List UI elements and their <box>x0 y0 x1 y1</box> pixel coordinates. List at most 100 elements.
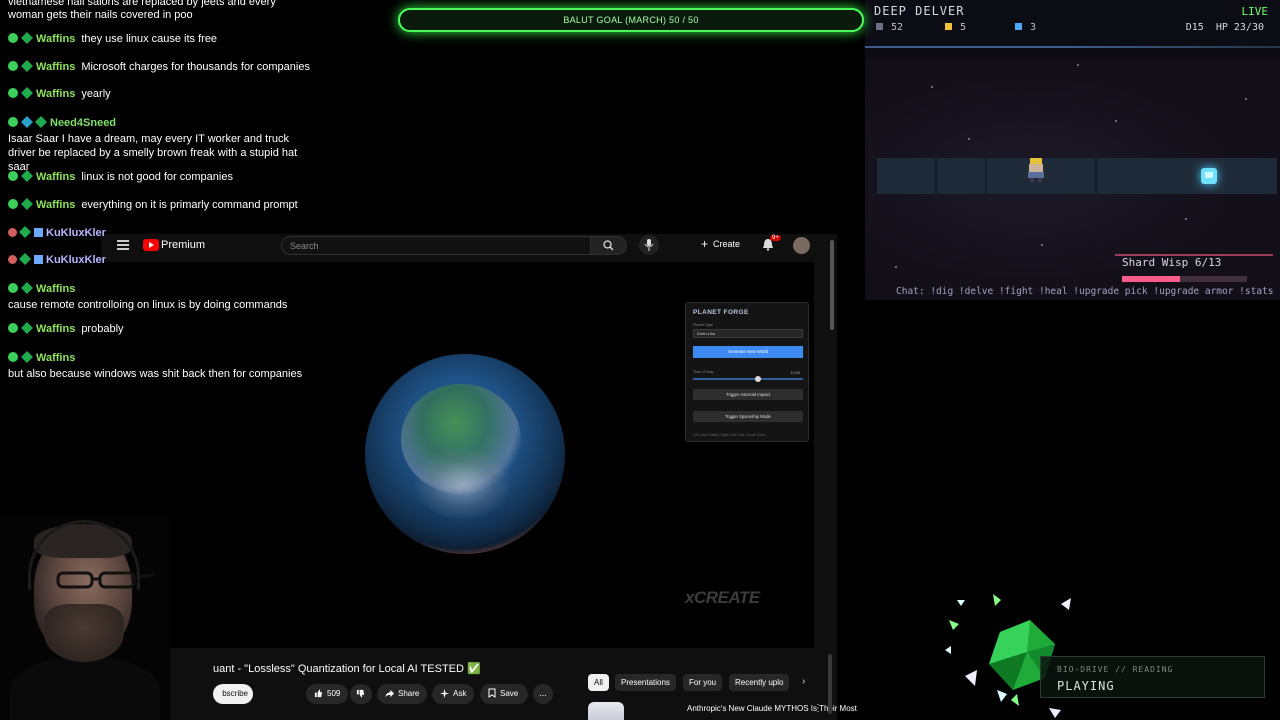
chat-commands: Chat: !dig !delve !fight !heal !upgrade … <box>896 286 1274 297</box>
sub-badge-icon <box>20 169 34 183</box>
save-button[interactable]: Save <box>480 684 528 704</box>
chat-username: Waffins <box>36 283 76 295</box>
generate-world-button[interactable]: Generate New World <box>693 346 803 358</box>
forge-controls-hint: Left Click: Rotate | Right Click: Pan | … <box>693 433 766 437</box>
pen-badge-icon <box>34 228 43 237</box>
chat-username: Waffins <box>36 352 76 364</box>
chat-username: Waffins <box>36 88 76 100</box>
chat-text: probably <box>81 323 124 335</box>
ask-button[interactable]: Ask <box>432 684 474 704</box>
pen-badge-icon <box>34 255 43 264</box>
bio-drive-panel: BIO-DRIVE // READING PLAYING <box>1040 656 1265 698</box>
goal-bar: BALUT GOAL (MARCH) 50 / 50 <box>398 8 864 32</box>
bio-drive-label: BIO-DRIVE // READING <box>1057 665 1174 674</box>
particle-shards <box>945 594 1071 718</box>
share-button[interactable]: Share <box>377 684 427 704</box>
video-thumbnail[interactable] <box>588 702 624 720</box>
crystal-stat: 3 <box>1015 22 1036 33</box>
chat-username: KuKluxKler <box>46 227 106 239</box>
subscribe-button[interactable]: bscribe <box>213 684 253 704</box>
asteroid-impact-button[interactable]: Trigger Asteroid Impact <box>693 389 803 400</box>
moderator-badge-icon <box>8 117 18 127</box>
avatar[interactable] <box>793 237 810 254</box>
bookmark-icon <box>488 688 496 698</box>
chat-username: Need4Sneed <box>50 117 117 129</box>
stone-stat: 52 <box>876 22 903 33</box>
moderator-badge-icon <box>8 323 18 333</box>
crystal-icon <box>1015 23 1022 30</box>
chat-text: everything on it is primarly command pro… <box>81 199 298 211</box>
search-box[interactable] <box>281 236 591 255</box>
moderator-badge-icon <box>8 33 18 43</box>
sidebar-scrollbar[interactable] <box>828 654 832 714</box>
time-of-day-slider[interactable] <box>693 376 803 382</box>
create-button[interactable]: + Create <box>701 237 740 251</box>
sub-badge-icon <box>18 225 32 239</box>
gold-icon <box>945 23 952 30</box>
webcam-feed <box>0 516 170 720</box>
planet-render <box>365 354 565 554</box>
depth-hp-readout: D15 HP 23/30 <box>1186 22 1264 33</box>
moderator-badge-icon <box>8 199 18 209</box>
chat-username: Waffins <box>36 171 76 183</box>
grid-badge-icon <box>20 115 34 129</box>
more-vert-icon[interactable]: ⋮ <box>813 703 823 714</box>
video-title: uant - "Lossless" Quantization for Local… <box>213 663 481 675</box>
depth-value: D15 <box>1185 22 1204 33</box>
chip-presentations[interactable]: Presentations <box>615 674 676 691</box>
chip-recently-uploaded[interactable]: Recently uplo <box>729 674 790 691</box>
goal-text: BALUT GOAL (MARCH) 50 / 50 <box>563 15 699 25</box>
hud-divider <box>865 46 1280 48</box>
more-actions-button[interactable]: ... <box>533 684 553 704</box>
planet-type-select[interactable]: Earth-Like <box>693 329 803 338</box>
chip-for-you[interactable]: For you <box>683 674 723 691</box>
share-icon <box>385 689 394 698</box>
thumbs-down-icon <box>356 689 365 698</box>
spaceship-mode-button[interactable]: Toggle Spaceship Mode <box>693 411 803 422</box>
chat-text: they use linux cause its free <box>81 33 218 45</box>
streamer-beard <box>44 604 124 662</box>
chat-text: cause remote controlloing on linux is by… <box>8 299 288 311</box>
scrollbar[interactable] <box>830 240 834 330</box>
chat-top-message: vietnamese nail salons are replaced by j… <box>8 0 276 21</box>
tunnel <box>877 158 1277 194</box>
video-player[interactable]: PLANET FORGE Planet Type Earth-Like Gene… <box>101 262 814 648</box>
chat-text: Microsoft charges for thousands for comp… <box>81 61 310 73</box>
enemy-hp-fill <box>1122 276 1180 282</box>
chat-username: KuKluxKler <box>46 254 106 266</box>
chat-message: Need4Sneed Isaar Saar I have a dream, ma… <box>8 115 308 174</box>
chat-username: Waffins <box>36 61 76 73</box>
time-of-day-label: Time of Day <box>693 370 714 374</box>
search-button[interactable] <box>591 236 627 255</box>
hand-badge-icon <box>8 255 17 264</box>
chevron-right-icon[interactable]: › <box>802 676 805 687</box>
bio-drive-status: PLAYING <box>1057 679 1115 693</box>
planet-type-label: Planet Type <box>693 323 713 327</box>
chat-message: Waffins cause remote controlloing on lin… <box>8 281 288 312</box>
chip-all[interactable]: All <box>588 674 609 691</box>
chat-username: Waffins <box>36 199 76 211</box>
youtube-logo-icon[interactable] <box>143 239 159 251</box>
youtube-brand[interactable]: Premium <box>161 239 205 251</box>
game-panel: DEEP DELVER LIVE 52 5 3 D15 HP 23/30 Sha… <box>865 0 1280 300</box>
bio-drive-widget: BIO-DRIVE // READING PLAYING <box>935 590 1280 720</box>
slider-knob[interactable] <box>755 376 762 382</box>
chat-username: Waffins <box>36 323 76 335</box>
sub-badge-icon <box>20 281 34 295</box>
recommended-video[interactable]: Anthropic's New Claude MYTHOS Is Their M… <box>588 702 857 720</box>
moderator-badge-icon <box>8 283 18 293</box>
search-input[interactable] <box>290 239 580 253</box>
like-button[interactable]: 509 <box>306 684 348 704</box>
chat-username: Waffins <box>36 33 76 45</box>
voice-search-button[interactable] <box>639 235 659 255</box>
game-hud: DEEP DELVER LIVE 52 5 3 D15 HP 23/30 <box>865 0 1280 48</box>
stone-icon <box>876 23 883 30</box>
search-icon <box>603 240 614 251</box>
plus-icon: + <box>701 237 709 251</box>
dislike-button[interactable] <box>350 684 372 704</box>
enemy-name: Shard Wisp 6/13 <box>1122 256 1222 269</box>
chat-message: Waffins probably <box>8 321 124 335</box>
channel-watermark: xCREATE <box>685 588 760 607</box>
player-character-icon <box>1028 158 1044 182</box>
hamburger-menu-icon[interactable] <box>117 240 129 250</box>
